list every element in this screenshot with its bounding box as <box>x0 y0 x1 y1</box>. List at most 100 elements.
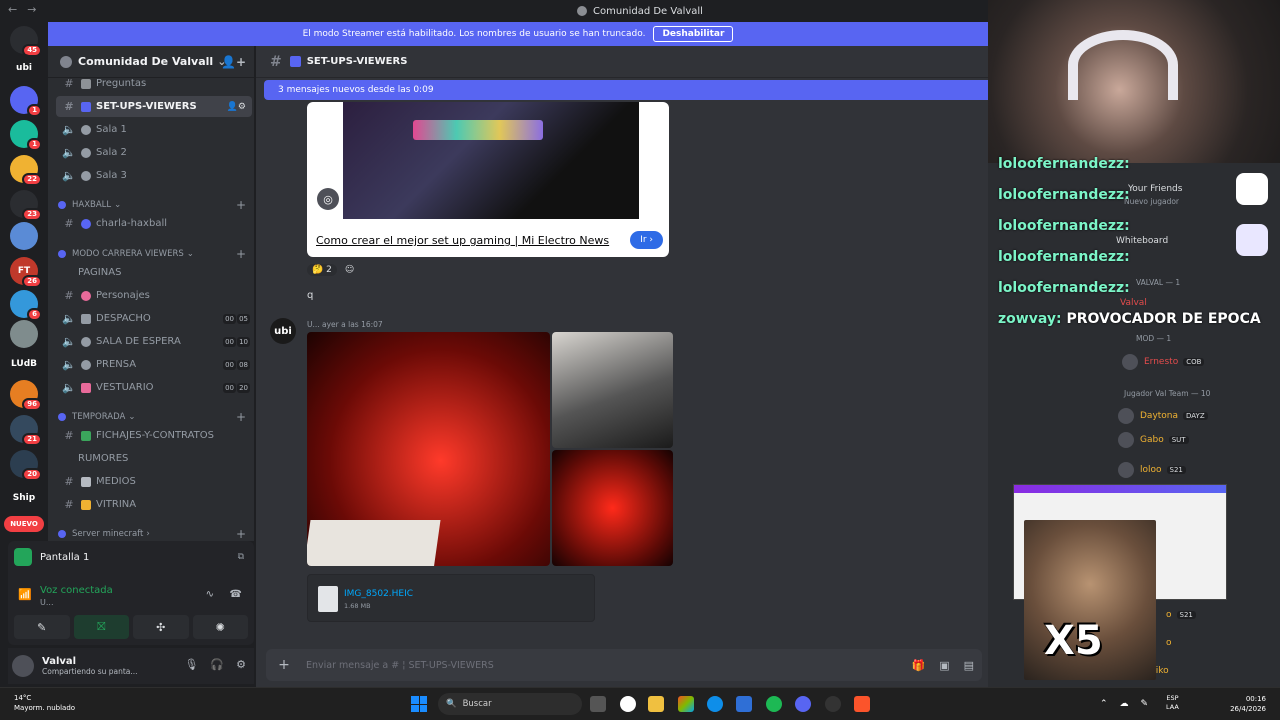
gear-icon[interactable]: ⚙ <box>236 658 246 671</box>
attachment-image-3[interactable] <box>552 450 673 566</box>
channel-settings-icon[interactable]: 👤⚙ <box>227 102 246 112</box>
chevron-up-icon[interactable]: ⌃ <box>1100 699 1108 709</box>
server-icon[interactable]: 20 <box>10 450 42 481</box>
attachment-image-1[interactable] <box>307 332 550 566</box>
channel-preguntas[interactable]: # Preguntas <box>56 73 252 94</box>
whiteboard-app-icon[interactable] <box>1236 224 1268 256</box>
server-icon[interactable]: 1 <box>10 86 42 117</box>
add-channel-icon[interactable]: + <box>236 247 246 261</box>
channel-sala-3[interactable]: 🔈 Sala 3 <box>56 165 252 186</box>
camera-button[interactable]: ✎ <box>14 615 70 639</box>
copilot-icon[interactable] <box>678 696 694 712</box>
server-icon[interactable]: 6 <box>10 290 42 321</box>
channel-sala-2[interactable]: 🔈 Sala 2 <box>56 142 252 163</box>
avatar[interactable] <box>12 655 34 677</box>
member-5[interactable]: o <box>1166 638 1172 648</box>
server-icon[interactable]: 1 <box>10 120 42 151</box>
activity-button[interactable]: ✣ <box>133 615 189 639</box>
headphones-icon[interactable]: 🎧 <box>210 658 224 671</box>
server-icon[interactable]: FT 26 <box>10 257 42 288</box>
server-icon[interactable]: 22 <box>10 155 42 186</box>
embed-link[interactable]: Como crear el mejor set up gaming | Mi E… <box>316 234 609 247</box>
attach-plus-icon[interactable]: + <box>270 657 298 673</box>
channel-sala-1[interactable]: 🔈 Sala 1 <box>56 119 252 140</box>
store-icon[interactable] <box>736 696 752 712</box>
member-loloo[interactable]: loloo S21 <box>1118 462 1186 478</box>
channel-vitrina[interactable]: # VITRINA <box>56 494 252 515</box>
obs-icon[interactable] <box>620 696 636 712</box>
member-valval[interactable]: Valval <box>1120 298 1147 308</box>
member-4[interactable]: o S21 <box>1166 610 1196 620</box>
brave-icon[interactable] <box>854 696 870 712</box>
task-view-icon[interactable] <box>590 696 606 712</box>
pen-icon[interactable]: ✎ <box>1141 699 1149 709</box>
channel-charla-haxball[interactable]: # charla-haxball <box>56 213 252 234</box>
new-badge[interactable]: NUEVO <box>4 516 44 532</box>
server-icon[interactable]: 96 <box>10 380 42 411</box>
category-modo-carrera[interactable]: MODO CARRERA VIEWERS ⌄ + <box>58 246 252 262</box>
sticker-icon[interactable]: ▤ <box>964 659 974 672</box>
avatar[interactable]: ubi <box>270 318 296 344</box>
member-daytona[interactable]: Daytona DAYZ <box>1118 408 1208 424</box>
microphone-icon[interactable]: 🎙 <box>184 658 198 671</box>
network-icon[interactable]: ☁ <box>1120 699 1129 709</box>
channel-paginas[interactable]: PAGINAS <box>56 262 252 283</box>
channel-set-ups-viewers[interactable]: # SET-UPS-VIEWERS 👤⚙ <box>56 96 252 117</box>
channel-despacho[interactable]: 🔈 DESPACHO 00 05 <box>56 308 252 329</box>
channel-fichajes[interactable]: # FICHAJES-Y-CONTRATOS <box>56 425 252 446</box>
channel-sala-de-espera[interactable]: 🔈 SALA DE ESPERA 00 10 <box>56 331 252 352</box>
channel-rumores[interactable]: RUMORES <box>56 448 252 469</box>
attachment-image-2[interactable] <box>552 332 673 448</box>
spotify-icon[interactable] <box>766 696 782 712</box>
server-icon[interactable]: 45 <box>10 26 42 57</box>
screen-share-button[interactable]: ⛝ <box>73 615 129 639</box>
server-icon[interactable]: Ship <box>10 484 38 512</box>
popout-icon[interactable]: ⧉ <box>238 552 244 562</box>
clock[interactable]: 00:16 26/4/2026 <box>1230 694 1266 714</box>
weather-widget[interactable]: 14°C Mayorm. nublado <box>14 693 75 713</box>
server-icon[interactable]: 23 <box>10 190 42 221</box>
reaction-pill[interactable]: 🤔 2 <box>307 264 337 276</box>
disconnect-icon[interactable]: ☎ <box>230 589 242 600</box>
channel-medios[interactable]: # MEDIOS <box>56 471 252 492</box>
server-icon[interactable]: LUdB <box>10 350 38 378</box>
server-icon[interactable] <box>10 222 38 250</box>
channel-prensa[interactable]: 🔈 PRENSA 00 08 <box>56 354 252 375</box>
channel-personajes[interactable]: # Personajes <box>56 285 252 306</box>
server-icon[interactable]: ubi <box>10 54 38 82</box>
file-attachment[interactable]: IMG_8502.HEIC 1.68 MB <box>307 574 595 622</box>
edge-icon[interactable] <box>707 696 723 712</box>
embed-image[interactable] <box>343 102 639 219</box>
activity-golf[interactable]: Your Friends <box>1128 184 1182 194</box>
add-channel-icon[interactable]: + <box>236 198 246 212</box>
noise-suppression-icon[interactable]: ∿ <box>206 589 214 600</box>
voice-connected[interactable]: Voz conectada <box>40 585 113 596</box>
category-temporada[interactable]: TEMPORADA ⌄ + <box>58 409 252 425</box>
back-forward-arrows[interactable]: ←→ <box>8 3 46 16</box>
windows-start-icon[interactable] <box>411 696 427 712</box>
category-server-minecraft[interactable]: Server minecraft › + <box>58 526 252 541</box>
go-button[interactable]: Ir › <box>630 231 663 249</box>
message-composer[interactable]: + Enviar mensaje a # ¦ SET-UPS-VIEWERS 🎁… <box>266 649 982 681</box>
new-messages-bar[interactable]: 3 mensajes nuevos desde las 0:09 <box>264 80 988 100</box>
signal-icon[interactable]: 📶 <box>18 588 32 601</box>
server-icon[interactable]: 21 <box>10 415 42 446</box>
disable-button[interactable]: Deshabilitar <box>653 26 734 42</box>
discord-icon[interactable] <box>795 696 811 712</box>
add-channel-icon[interactable]: + <box>236 410 246 424</box>
add-member-icon[interactable]: 👤+ <box>221 55 246 69</box>
gif-icon[interactable]: ▣ <box>939 659 949 672</box>
message-input-placeholder[interactable]: Enviar mensaje a # ¦ SET-UPS-VIEWERS <box>306 660 494 671</box>
channel-vestuario[interactable]: 🔈 VESTUARIO 00 20 <box>56 377 252 398</box>
add-reaction-icon[interactable]: ☺ <box>345 265 354 275</box>
steam-icon[interactable] <box>825 696 841 712</box>
add-channel-icon[interactable]: + <box>236 527 246 541</box>
gift-icon[interactable]: 🎁 <box>911 659 925 672</box>
language-indicator[interactable]: ESP LAA <box>1166 694 1179 712</box>
member-ernesto[interactable]: Ernesto COB <box>1122 354 1205 370</box>
file-explorer-icon[interactable] <box>648 696 664 712</box>
screen-share-row[interactable]: Pantalla 1 ⧉ <box>14 545 246 569</box>
category-haxball[interactable]: haxball ⌄ + <box>58 197 252 213</box>
soundboard-button[interactable]: ✺ <box>192 615 248 639</box>
activity-whiteboard[interactable]: Whiteboard <box>1116 236 1168 246</box>
